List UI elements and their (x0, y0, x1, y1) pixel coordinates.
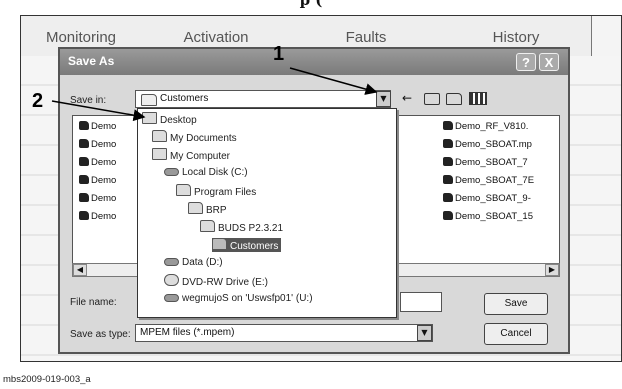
callout-2-arrow (51, 100, 146, 122)
callout-1-arrow (289, 67, 378, 95)
callout-1: 1 (273, 43, 285, 65)
callout-2: 2 (32, 90, 44, 112)
callout-arrows (51, 67, 378, 122)
figure-caption: mbs2009-019-003_a (3, 374, 91, 385)
